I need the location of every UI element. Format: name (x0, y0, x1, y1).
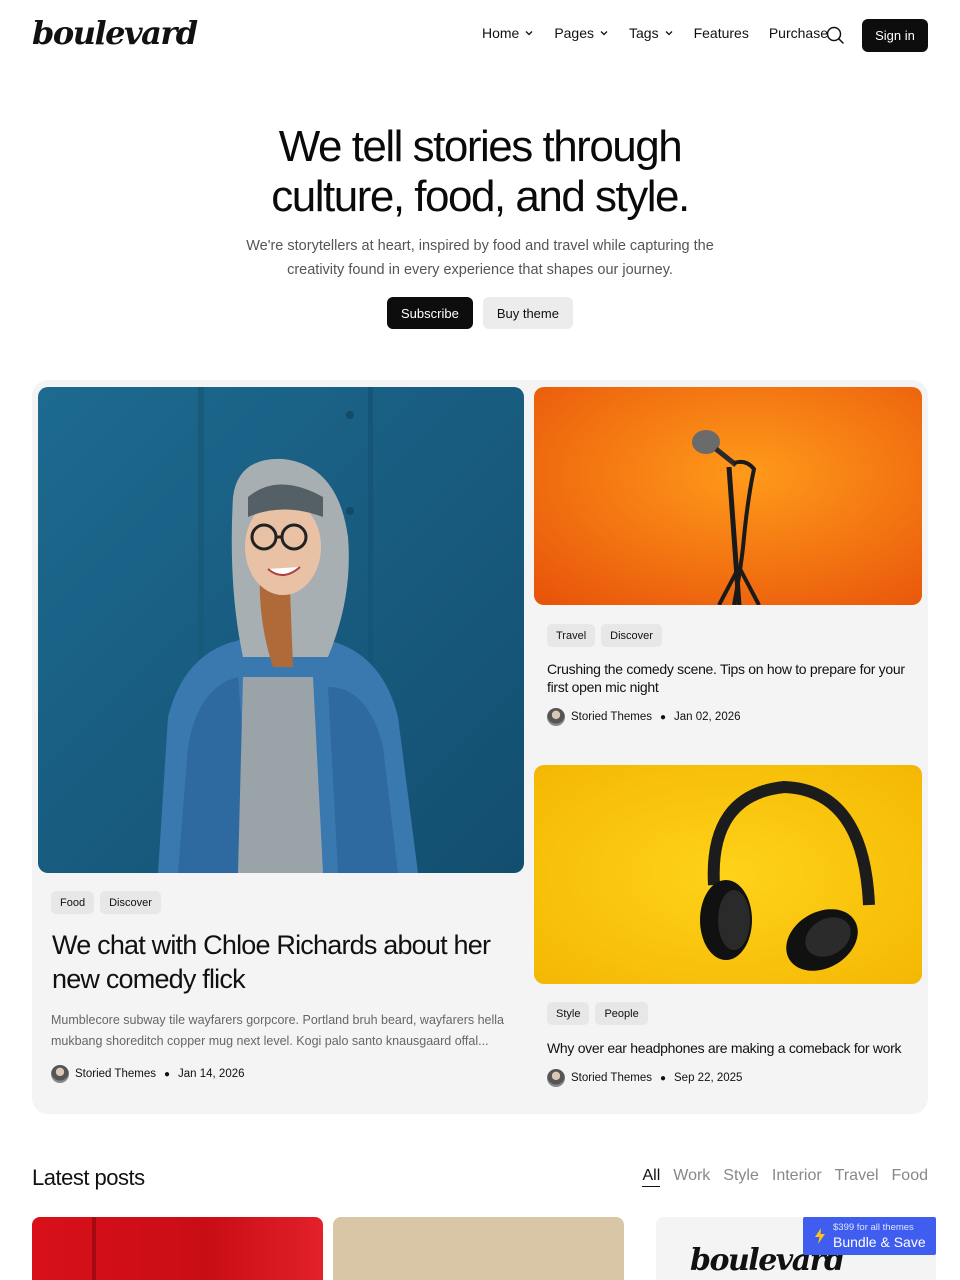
tag-list: Style People (547, 1002, 654, 1025)
featured-main-title[interactable]: We chat with Chloe Richards about her ne… (52, 928, 502, 996)
chevron-down-icon (525, 31, 533, 36)
post-meta: Storied Themes ● Jan 02, 2026 (547, 708, 741, 726)
filter-all[interactable]: All (642, 1167, 661, 1187)
hero-actions: Subscribe Buy theme (0, 297, 960, 329)
separator-dot: ● (163, 1068, 171, 1080)
tag-chip[interactable]: Discover (601, 624, 662, 647)
photo-woman-denim-jacket (38, 387, 524, 873)
tag-list: Travel Discover (547, 624, 668, 647)
chevron-down-icon (665, 31, 673, 36)
search-icon[interactable] (824, 24, 846, 46)
bundle-promo-badge[interactable]: $399 for all themes Bundle & Save (803, 1217, 936, 1255)
filter-style[interactable]: Style (723, 1167, 759, 1187)
hero-title: We tell stories through culture, food, a… (0, 122, 960, 222)
tag-chip[interactable]: People (595, 1002, 648, 1025)
buy-theme-button[interactable]: Buy theme (482, 297, 573, 329)
featured-main-excerpt: Mumblecore subway tile wayfarers gorpcor… (51, 1013, 504, 1048)
promo-price: $399 for all themes (833, 1222, 914, 1233)
author-name[interactable]: Storied Themes (75, 1068, 156, 1080)
nav-item-tags[interactable]: Tags (629, 25, 674, 41)
main-nav: Home Pages Tags Features Purchase (482, 25, 828, 41)
post-date: Jan 02, 2026 (674, 711, 741, 723)
site-header: boulevard Home Pages Tags Features Purch… (0, 0, 960, 72)
nav-item-features[interactable]: Features (694, 25, 749, 41)
separator-dot: ● (659, 711, 667, 723)
author-avatar[interactable] (547, 1069, 565, 1087)
nav-item-pages[interactable]: Pages (554, 25, 609, 41)
filter-food[interactable]: Food (892, 1167, 928, 1187)
hero-title-line: culture, food, and style. (271, 172, 690, 221)
filter-interior[interactable]: Interior (772, 1167, 822, 1187)
post-meta: Storied Themes ● Sep 22, 2025 (547, 1069, 742, 1087)
tag-chip[interactable]: Discover (100, 891, 161, 914)
post-date: Jan 14, 2026 (178, 1068, 245, 1080)
nav-item-purchase[interactable]: Purchase (769, 25, 828, 41)
author-avatar[interactable] (51, 1065, 69, 1083)
promo-label: Bundle & Save (833, 1234, 926, 1250)
side-post-2-image[interactable] (534, 765, 922, 984)
nav-label: Home (481, 25, 520, 41)
tag-chip[interactable]: Food (51, 891, 95, 914)
post-date: Sep 22, 2025 (674, 1072, 743, 1084)
hero-subtitle: We're storytellers at heart, inspired by… (246, 238, 714, 278)
latest-posts-heading: Latest posts (32, 1165, 145, 1190)
nav-label: Pages (554, 25, 595, 41)
latest-post-card-image[interactable] (333, 1217, 624, 1280)
author-avatar[interactable] (547, 708, 565, 726)
card-image-detail (92, 1217, 96, 1280)
separator-dot: ● (659, 1072, 667, 1084)
tag-list: Food Discover (51, 891, 167, 914)
post-meta: Storied Themes ● Jan 14, 2026 (51, 1065, 245, 1083)
nav-label: Purchase (768, 25, 828, 41)
tag-chip[interactable]: Style (547, 1002, 590, 1025)
sign-in-button[interactable]: Sign in (862, 19, 928, 52)
photo-microphone-orange (534, 387, 922, 605)
author-name[interactable]: Storied Themes (571, 1072, 652, 1084)
side-post-1-title[interactable]: Crushing the comedy scene. Tips on how t… (547, 660, 915, 696)
side-post-1-image[interactable] (534, 387, 922, 605)
lightning-icon (815, 1228, 825, 1244)
latest-post-card-image[interactable] (32, 1217, 323, 1280)
tag-chip[interactable]: Travel (547, 624, 596, 647)
subscribe-button[interactable]: Subscribe (387, 297, 473, 329)
category-filters: All Work Style Interior Travel Food (642, 1167, 928, 1187)
filter-work[interactable]: Work (673, 1167, 710, 1187)
nav-label: Features (693, 25, 749, 41)
chevron-down-icon (600, 31, 608, 36)
hero-title-line: We tell stories through (278, 122, 683, 171)
featured-main-image[interactable] (38, 387, 524, 873)
nav-item-home[interactable]: Home (482, 25, 534, 41)
nav-label: Tags (629, 25, 659, 41)
side-post-2-title[interactable]: Why over ear headphones are making a com… (547, 1039, 915, 1057)
filter-travel[interactable]: Travel (835, 1167, 879, 1187)
photo-headphones-yellow (534, 765, 922, 984)
site-logo[interactable]: boulevard (32, 14, 198, 52)
author-name[interactable]: Storied Themes (571, 711, 652, 723)
